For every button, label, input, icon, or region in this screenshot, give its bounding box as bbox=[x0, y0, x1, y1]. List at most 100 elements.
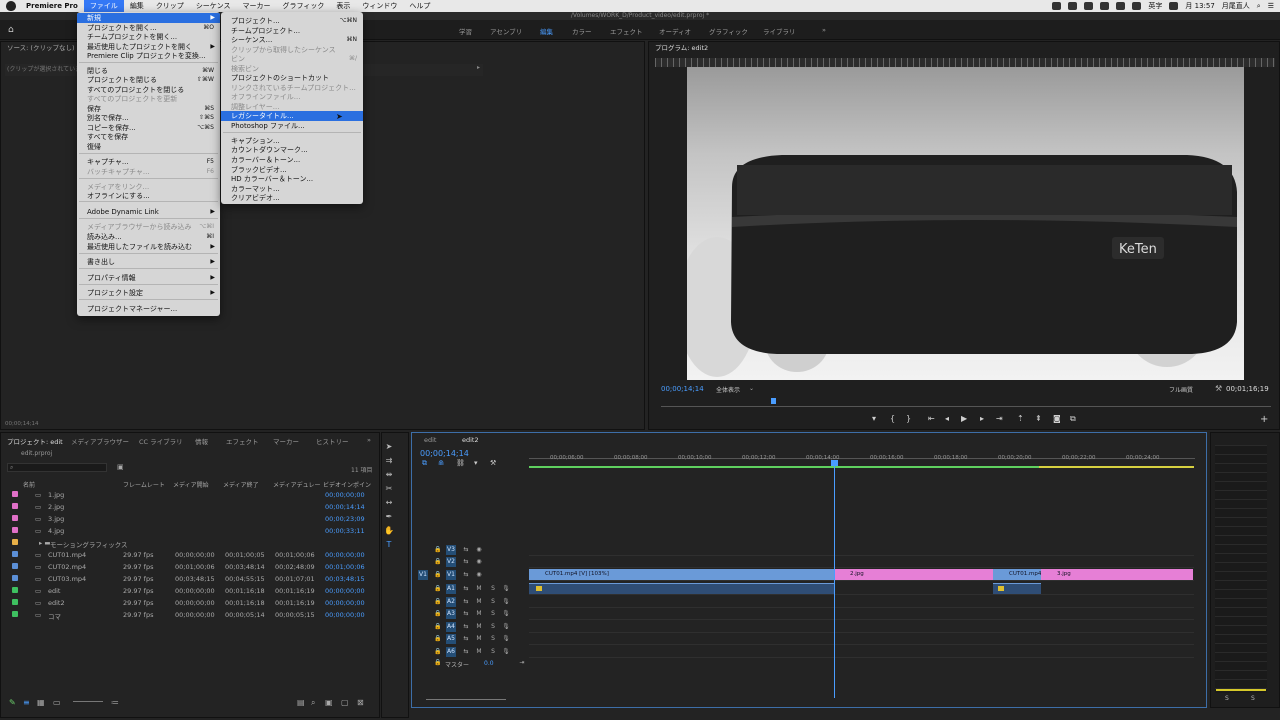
new-menu-item[interactable]: ビン ⌘/ bbox=[221, 54, 363, 64]
cloud-icon[interactable] bbox=[1084, 2, 1094, 10]
file-menu-item[interactable]: 新規 ▶ bbox=[77, 13, 220, 23]
track-lane[interactable] bbox=[529, 556, 1194, 568]
sync-lock-icon[interactable]: ⇆ bbox=[461, 609, 471, 619]
sync-icon[interactable] bbox=[1068, 2, 1078, 10]
tab-cc-libraries[interactable]: CC ライブラリ bbox=[139, 436, 183, 446]
file-menu-item[interactable]: 復帰 bbox=[77, 142, 220, 152]
program-playhead[interactable] bbox=[771, 398, 776, 404]
clip-3jpg[interactable]: 3.jpg bbox=[1041, 569, 1193, 580]
col-media-duration[interactable]: メディアデュレー bbox=[273, 480, 320, 489]
apple-icon[interactable] bbox=[6, 1, 16, 11]
project-item[interactable]: ▭ CUT03.mp4 29.97 fps 00;03;48;15 00;04;55;1… bbox=[1, 573, 381, 585]
file-menu-item[interactable]: 書き出し ▶ bbox=[77, 257, 220, 267]
file-menu-item[interactable]: メディアブラウザーから読み込み ⌥⌘I bbox=[77, 222, 220, 232]
sync-lock-icon[interactable]: ⇆ bbox=[461, 584, 471, 594]
menu-app[interactable]: Premiere Pro bbox=[20, 0, 84, 12]
program-fit-select[interactable]: 全体表示 bbox=[716, 385, 740, 394]
menu-marker[interactable]: マーカー bbox=[236, 0, 276, 12]
source-patch-v1[interactable]: V1 bbox=[418, 570, 428, 580]
new-search-bin-icon[interactable]: ▣ bbox=[117, 463, 124, 471]
sync-lock-icon[interactable]: ⇆ bbox=[461, 647, 471, 657]
solo-icon[interactable]: S bbox=[488, 634, 498, 644]
mute-icon[interactable]: M bbox=[474, 647, 484, 657]
spotlight-icon[interactable]: ⌕ bbox=[1257, 2, 1261, 11]
linked-select-icon[interactable]: ⛓ bbox=[456, 459, 465, 467]
hand-tool-icon[interactable]: ✋ bbox=[384, 526, 394, 536]
ws-effects[interactable]: エフェクト bbox=[610, 26, 643, 36]
menu-view[interactable]: 表示 bbox=[330, 0, 356, 12]
solo-icon[interactable]: S bbox=[488, 647, 498, 657]
panel-more-icon[interactable]: » bbox=[367, 436, 371, 444]
track-lock-icon[interactable]: 🔒 bbox=[433, 622, 443, 632]
slip-tool-icon[interactable]: ↔ bbox=[384, 498, 394, 508]
mute-icon[interactable]: M bbox=[474, 634, 484, 644]
input-method-icon[interactable] bbox=[1132, 2, 1142, 10]
solo-icon[interactable]: S bbox=[488, 609, 498, 619]
track-select-tool-icon[interactable]: ⇉ bbox=[384, 456, 394, 466]
track-lock-icon[interactable]: 🔒 bbox=[433, 609, 443, 619]
timeline-zoom-scroll[interactable] bbox=[426, 699, 506, 700]
master-volume[interactable]: 0.0 bbox=[484, 660, 494, 667]
mute-icon[interactable]: M bbox=[474, 609, 484, 619]
solo-icon[interactable]: S bbox=[488, 622, 498, 632]
new-menu-item[interactable]: Photoshop ファイル... bbox=[221, 121, 363, 131]
project-search-input[interactable]: ⌕ bbox=[7, 463, 107, 472]
meter-solo-left[interactable]: S bbox=[1225, 695, 1229, 702]
add-marker-icon[interactable]: ▾ bbox=[872, 414, 876, 423]
track-lock-icon[interactable]: 🔒 bbox=[433, 570, 443, 580]
find-icon[interactable]: ⌕ bbox=[311, 698, 315, 708]
new-bin-icon[interactable]: ▤ bbox=[297, 698, 305, 707]
menu-edit[interactable]: 編集 bbox=[124, 0, 150, 12]
sync-lock-icon[interactable]: ⇆ bbox=[461, 570, 471, 580]
track-lock-icon[interactable]: 🔒 bbox=[433, 545, 443, 555]
timeline-playhead[interactable] bbox=[834, 462, 835, 698]
col-media-start[interactable]: メディア開始 bbox=[173, 480, 209, 489]
play-icon[interactable]: ▶ bbox=[961, 414, 967, 423]
timeline-tab-edit2[interactable]: edit2 bbox=[462, 436, 479, 444]
file-menu-item[interactable]: Premiere Clip プロジェクトを変換... bbox=[77, 51, 220, 61]
menu-list-icon[interactable]: ☰ bbox=[1268, 2, 1274, 10]
col-video-in[interactable]: ビデオインポイン bbox=[323, 480, 371, 489]
menu-help[interactable]: ヘルプ bbox=[403, 0, 436, 12]
add-button-icon[interactable]: + bbox=[1260, 414, 1268, 425]
export-frame-icon[interactable]: ◙ bbox=[1053, 414, 1061, 423]
eye-icon[interactable]: ◉ bbox=[474, 557, 484, 567]
col-framerate[interactable]: フレームレート bbox=[123, 480, 165, 489]
solo-icon[interactable]: S bbox=[488, 597, 498, 607]
go-to-in-icon[interactable]: ⇤ bbox=[928, 414, 935, 423]
mute-icon[interactable]: M bbox=[474, 622, 484, 632]
new-menu-item[interactable]: プロジェクトのショートカット bbox=[221, 73, 363, 83]
track-lock-icon[interactable]: 🔒 bbox=[433, 647, 443, 657]
sync-lock-icon[interactable]: ⇆ bbox=[461, 622, 471, 632]
project-item[interactable]: ▸ ▬ モーショングラフィックス bbox=[1, 537, 381, 549]
file-menu-item[interactable]: すべてを保存 bbox=[77, 132, 220, 142]
menu-sequence[interactable]: シーケンス bbox=[190, 0, 237, 12]
project-item[interactable]: ▭ 1.jpg 00;00;00;00 bbox=[1, 489, 381, 501]
ws-assembly[interactable]: アセンブリ bbox=[490, 26, 522, 36]
sync-lock-icon[interactable]: ⇆ bbox=[461, 634, 471, 644]
project-item[interactable]: ▭ edit 29.97 fps 00;00;00;00 00;01;16;18 00;0… bbox=[1, 585, 381, 597]
mic-icon[interactable]: 🎙 bbox=[501, 622, 511, 632]
mic-icon[interactable]: 🎙 bbox=[501, 609, 511, 619]
source-menu-icon[interactable]: ▸ bbox=[477, 64, 480, 71]
meter-solo-right[interactable]: S bbox=[1251, 695, 1255, 702]
selection-tool-icon[interactable]: ➤ bbox=[384, 442, 394, 452]
new-item-icon[interactable]: ▢ bbox=[341, 698, 349, 707]
wifi-icon[interactable] bbox=[1100, 2, 1110, 10]
volume-icon[interactable] bbox=[1116, 2, 1126, 10]
track-target-toggle[interactable]: A6 bbox=[446, 647, 456, 657]
icon-view-icon[interactable]: ▦ bbox=[37, 698, 45, 707]
tab-info[interactable]: 情報 bbox=[195, 436, 208, 446]
zoom-slider[interactable] bbox=[73, 701, 103, 702]
type-tool-icon[interactable]: T bbox=[384, 540, 394, 550]
snap-icon[interactable]: ⋒ bbox=[438, 459, 444, 467]
col-name[interactable]: 名前 bbox=[23, 480, 35, 489]
tab-markers[interactable]: マーカー bbox=[273, 436, 299, 446]
master-end-icon[interactable]: ⇥ bbox=[517, 658, 527, 668]
tab-media-browser[interactable]: メディアブラウザー bbox=[71, 436, 129, 446]
project-item[interactable]: ▭ edit2 29.97 fps 00;00;00;00 00;01;16;18 00;… bbox=[1, 597, 381, 609]
clip-cut01-video[interactable]: CUT01.mp4 [V] [103%] bbox=[529, 569, 834, 580]
lift-icon[interactable]: ⇡ bbox=[1017, 414, 1024, 423]
program-quality-select[interactable]: フル画質 bbox=[1169, 385, 1193, 394]
track-lane[interactable] bbox=[529, 646, 1194, 658]
